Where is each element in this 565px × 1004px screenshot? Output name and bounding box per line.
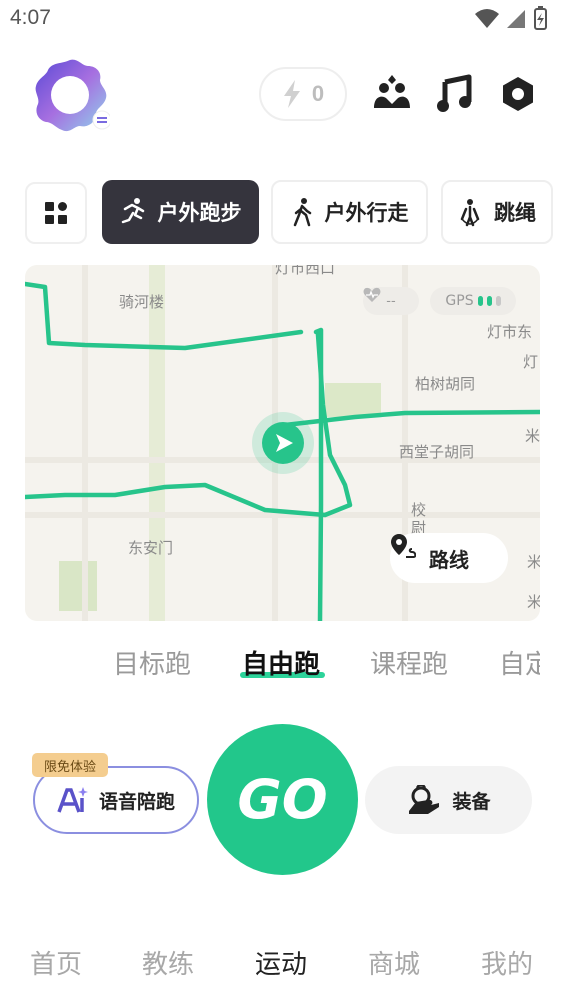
run-type-target[interactable]: 目标跑 [113,644,191,681]
route-label: 路线 [429,547,469,572]
mode-jump-rope[interactable]: 跳绳 [441,180,553,244]
settings-icon[interactable] [498,74,538,114]
team-icon[interactable] [372,74,412,114]
nav-mall[interactable]: 商城 [368,944,420,981]
status-time: 4:07 [10,6,51,29]
map-label: 米 [527,593,540,611]
map-label: 灯市东 [487,323,533,341]
mode-label: 户外跑步 [157,201,242,225]
free-trial-badge: 限免体验 [32,753,108,777]
map-label: 西堂子胡同 [399,443,475,461]
run-type-custom[interactable]: 自定 [499,644,540,681]
map-label: 米 [527,553,540,571]
voice-companion-label: 语音陪跑 [98,790,175,813]
go-label: GO [237,768,328,831]
watch-hand-icon [409,785,440,814]
route-button[interactable]: 路线 [390,533,508,583]
walking-icon [293,198,311,227]
map-label: 灯 [523,353,539,371]
map-label: 灯市西口 [275,265,336,277]
running-icon [121,198,144,224]
heart-rate-indicator: -- [363,287,419,315]
music-icon[interactable] [435,74,475,114]
equipment-label: 装备 [452,790,491,813]
gps-indicator: GPS [430,287,516,315]
gps-signal-bar [486,296,492,306]
app-logo[interactable] [30,56,110,136]
ai-icon [57,787,88,813]
gps-signal-bar [495,296,501,306]
mode-label: 户外行走 [324,201,409,225]
gps-signal-bar [477,296,483,306]
run-type-course[interactable]: 课程跑 [370,644,448,681]
signal-icon [507,10,525,28]
mode-outdoor-run[interactable]: 户外跑步 [102,180,259,244]
equipment-button[interactable]: 装备 [365,766,532,834]
jump-rope-icon [460,199,480,227]
nav-sport[interactable]: 运动 [255,944,307,981]
heart-icon [363,287,381,302]
gps-label: GPS [445,293,474,309]
map-label: 米 [525,427,540,445]
more-modes-button[interactable] [25,182,87,244]
grid-icon [45,202,67,224]
route-map[interactable]: 灯市西口 骑河楼 灯市东 灯 柏树胡同 米 西堂子胡同 校 尉 东安门 米 米 … [25,265,540,621]
map-label: 骑河楼 [119,293,165,311]
energy-count: 0 [311,81,325,106]
mode-outdoor-walk[interactable]: 户外行走 [271,180,428,244]
run-type-free[interactable]: 自由跑 [242,644,320,681]
map-label: 东安门 [128,539,174,557]
route-pin-icon [391,534,416,558]
energy-pill[interactable]: 0 [259,67,347,121]
map-label: 柏树胡同 [415,375,476,393]
go-button[interactable]: GO [207,724,358,875]
heart-rate-value: -- [386,293,396,309]
switch-icon [92,110,110,130]
mode-label: 跳绳 [494,201,536,225]
status-icons [475,6,547,30]
wifi-icon [475,9,499,28]
nav-mine[interactable]: 我的 [481,944,533,981]
nav-home[interactable]: 首页 [30,944,82,981]
nav-coach[interactable]: 教练 [142,944,194,981]
lightning-icon [283,80,300,108]
